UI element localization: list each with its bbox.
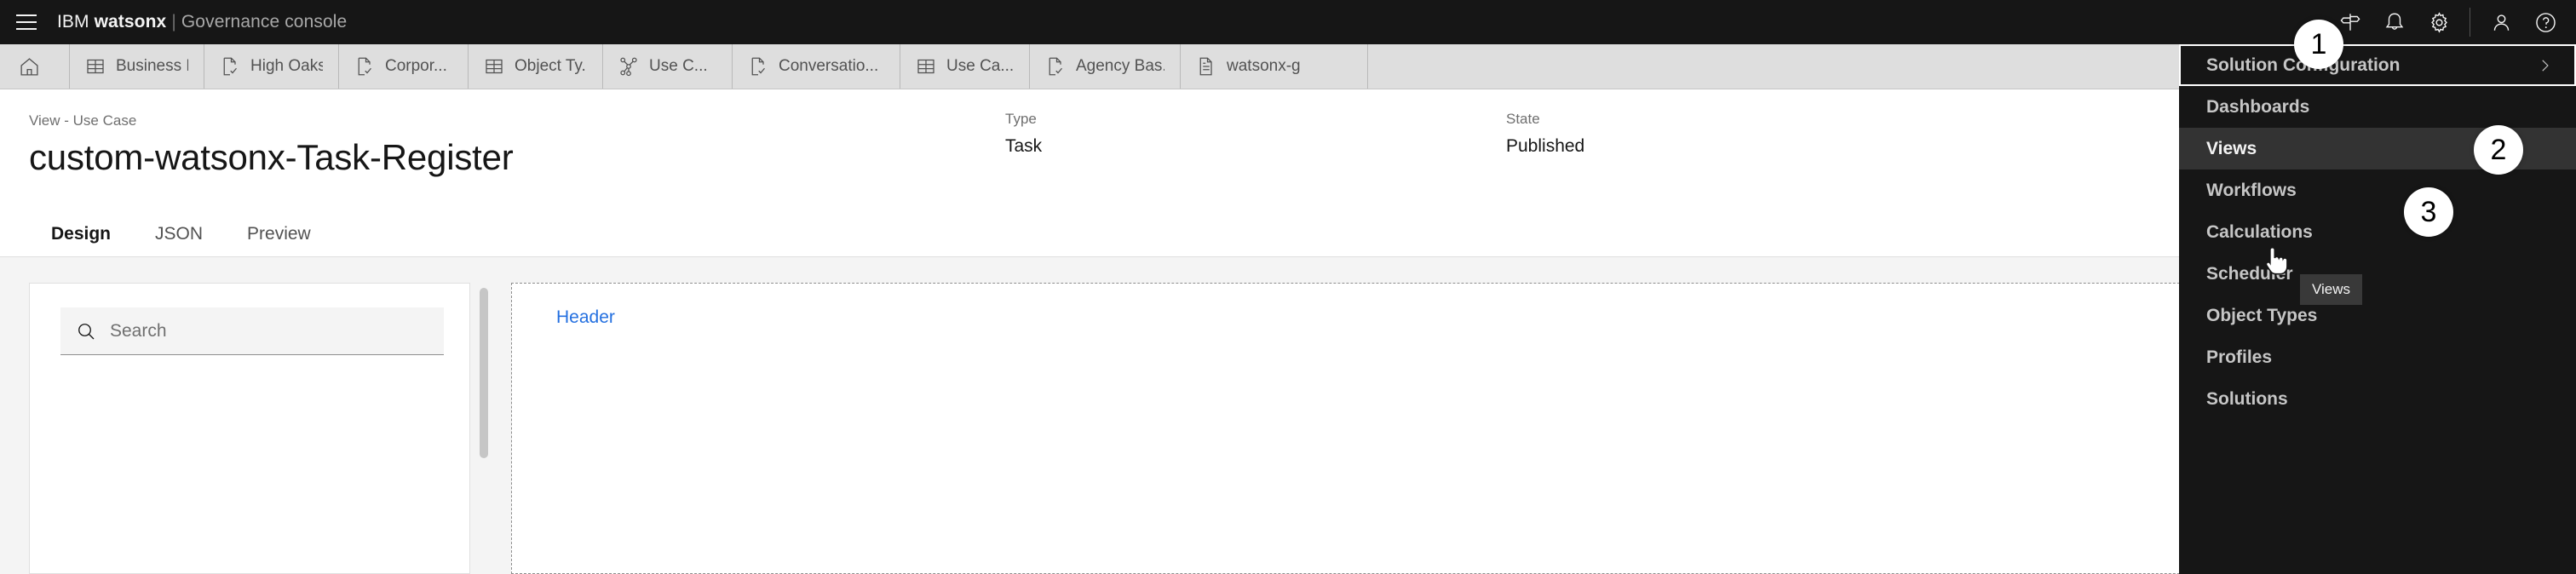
hamburger-line <box>16 14 37 16</box>
tab-label: Object Ty... <box>515 57 587 75</box>
menu-item-label: Object Types <box>2206 305 2318 325</box>
document-check-icon <box>354 56 375 77</box>
tab-label: Business E... <box>116 57 188 75</box>
brand-title[interactable]: IBM watsonx | Governance console <box>57 12 347 32</box>
notification-bell-icon[interactable] <box>2372 0 2417 44</box>
menu-item-scheduler[interactable]: Scheduler <box>2179 253 2576 295</box>
hamburger-menu-icon[interactable] <box>4 0 49 44</box>
search-icon <box>76 321 96 342</box>
tab-corpor[interactable]: Corpor... <box>339 44 469 89</box>
brand-subtitle: Governance console <box>181 12 348 32</box>
tab-agency-bas[interactable]: Agency Bas... <box>1030 44 1181 89</box>
app-root: IBM watsonx | Governance console Busines… <box>0 0 2576 574</box>
brand-ibm: IBM <box>57 12 89 32</box>
annotation-badge-3: 3 <box>2404 187 2453 237</box>
search-placeholder: Search <box>110 320 167 341</box>
tab-preview[interactable]: Preview <box>225 224 333 259</box>
menu-item-dashboards[interactable]: Dashboards <box>2179 86 2576 128</box>
menu-item-label: Views <box>2206 138 2257 158</box>
scrollbar-thumb[interactable] <box>480 288 488 458</box>
menu-item-label: Solutions <box>2206 388 2288 409</box>
hamburger-line <box>16 21 37 23</box>
brand-separator: | <box>171 12 176 32</box>
meta-type-value: Task <box>1005 136 1043 156</box>
document-check-icon <box>220 56 240 77</box>
gear-icon[interactable] <box>2417 0 2461 44</box>
tab-home[interactable] <box>0 44 70 89</box>
tab-high-oaks[interactable]: High Oaks ... <box>204 44 339 89</box>
menu-item-label: Profiles <box>2206 347 2273 367</box>
user-avatar-icon[interactable] <box>2479 0 2523 44</box>
help-icon[interactable] <box>2523 0 2567 44</box>
tab-use-ca[interactable]: Use Ca... <box>900 44 1030 89</box>
breadcrumb-eyebrow: View - Use Case <box>29 112 137 129</box>
annotation-badge-1: 1 <box>2294 20 2343 69</box>
menu-item-object-types[interactable]: Object Types <box>2179 295 2576 336</box>
tab-watsonx-g[interactable]: watsonx-g <box>1181 44 1368 89</box>
settings-flyout-menu: Solution Configuration Dashboards Views … <box>2179 44 2576 574</box>
search-input[interactable]: Search <box>60 307 444 355</box>
views-tooltip: Views <box>2300 274 2363 305</box>
tab-label: Use C... <box>649 57 708 75</box>
tab-object-types[interactable]: Object Ty... <box>469 44 603 89</box>
meta-state: State Published <box>1506 111 1584 157</box>
tab-business-e[interactable]: Business E... <box>70 44 204 89</box>
home-icon <box>19 56 40 77</box>
menu-item-profiles[interactable]: Profiles <box>2179 336 2576 378</box>
page-title: custom-watsonx-Task-Register <box>29 137 514 177</box>
meta-type-label: Type <box>1005 111 1037 127</box>
menu-item-label: Calculations <box>2206 221 2313 242</box>
tab-json[interactable]: JSON <box>133 224 226 259</box>
canvas-header-link[interactable]: Header <box>556 307 615 328</box>
menu-item-solution-configuration[interactable]: Solution Configuration <box>2179 44 2576 86</box>
table-icon <box>85 56 106 77</box>
tab-label: High Oaks ... <box>250 57 323 75</box>
menu-item-workflows[interactable]: Workflows <box>2179 169 2576 211</box>
meta-type: Type Task <box>1005 111 1042 157</box>
tab-design[interactable]: Design <box>29 224 134 259</box>
view-subtabs: Design JSON Preview <box>29 210 333 259</box>
document-icon <box>1196 56 1216 77</box>
status-badge: Published <box>1506 136 1585 156</box>
table-icon <box>916 56 936 77</box>
menu-item-solutions[interactable]: Solutions <box>2179 378 2576 420</box>
top-header-bar: IBM watsonx | Governance console <box>0 0 2576 44</box>
palette-scrollbar[interactable] <box>477 283 491 574</box>
tab-label: watsonx-g <box>1227 57 1301 75</box>
table-icon <box>484 56 504 77</box>
document-check-icon <box>748 56 768 77</box>
annotation-badge-2: 2 <box>2474 125 2523 175</box>
menu-item-label: Dashboards <box>2206 96 2310 117</box>
tab-label: Agency Bas... <box>1076 57 1164 75</box>
chevron-right-icon <box>2537 58 2552 73</box>
menu-item-label: Workflows <box>2206 180 2297 200</box>
meta-state-label: State <box>1506 111 1540 127</box>
brand-watsonx: watsonx <box>94 12 167 32</box>
tab-label: Corpor... <box>385 57 447 75</box>
component-palette: Search <box>29 283 470 574</box>
document-check-icon <box>1045 56 1066 77</box>
tab-use-c[interactable]: Use C... <box>603 44 733 89</box>
hamburger-line <box>16 28 37 30</box>
menu-item-label: Scheduler <box>2206 263 2293 284</box>
tab-label: Conversatio... <box>779 57 879 75</box>
menu-item-calculations[interactable]: Calculations <box>2179 211 2576 253</box>
tab-conversation[interactable]: Conversatio... <box>733 44 900 89</box>
network-graph-icon <box>618 56 639 77</box>
tab-label: Use Ca... <box>946 57 1014 75</box>
header-actions <box>2328 0 2576 44</box>
